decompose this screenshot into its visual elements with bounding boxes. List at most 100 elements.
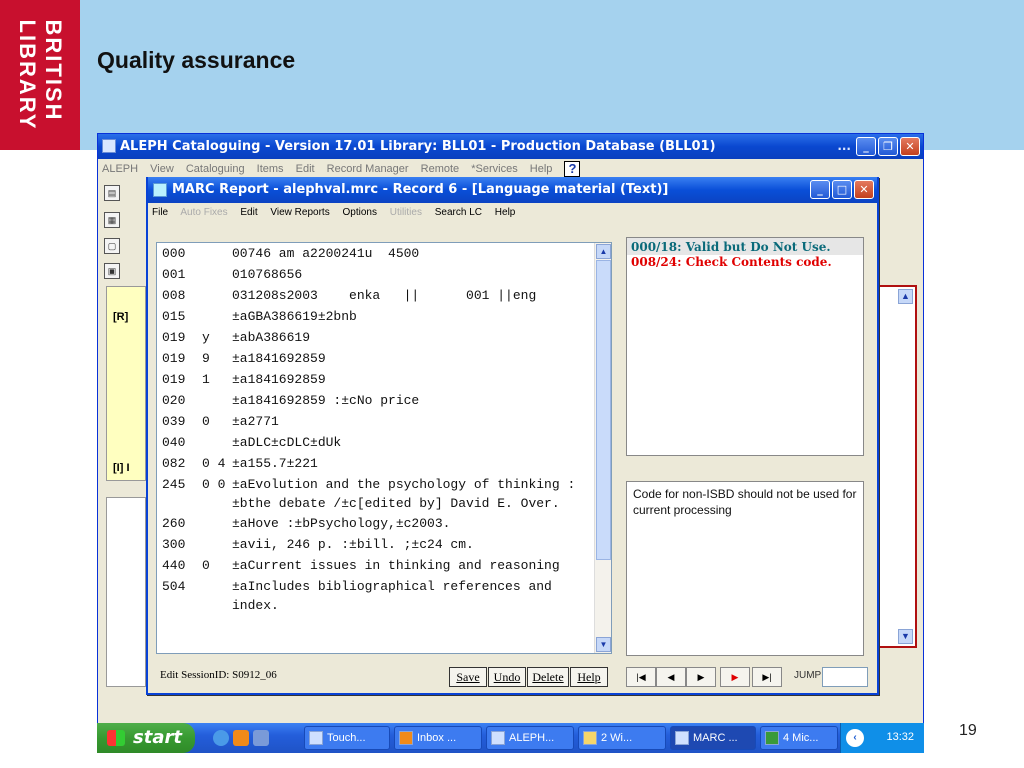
- marc-field-row[interactable]: 020 ±a1841692859 :±cNo price: [157, 390, 595, 411]
- marc-field-row[interactable]: 019 1 ±a1841692859: [157, 369, 595, 390]
- marc-field-row[interactable]: 039 0 ±a2771: [157, 411, 595, 432]
- marc-field-data: 031208s2003 enka || 001 ||eng: [232, 288, 537, 303]
- right-record-panel[interactable]: ▲ ▼: [873, 285, 917, 648]
- outlook-icon[interactable]: [233, 730, 249, 746]
- marc-field-row[interactable]: 300 ±avii, 246 p. :±bill. ;±c24 cm.: [157, 534, 595, 555]
- error-item[interactable]: 008/24: Check Contents code.: [627, 255, 863, 270]
- minimize-button[interactable]: _: [856, 137, 876, 156]
- task-aleph[interactable]: ALEPH...: [486, 726, 574, 750]
- toolbar-icon-3[interactable]: ▢: [104, 238, 120, 254]
- menu-cataloguing[interactable]: Cataloguing: [186, 163, 245, 175]
- marc-record-view[interactable]: 000 00746 am a2200241u 4500 001 010768656 00…: [156, 242, 612, 654]
- marc-field-row[interactable]: 504 ±aIncludes bibliographical references…: [157, 576, 595, 615]
- marc-indicators: [202, 432, 232, 453]
- toolbar-icon-1[interactable]: ▤: [104, 185, 120, 201]
- close-button[interactable]: ✕: [900, 137, 920, 156]
- marc-maximize-button[interactable]: □: [832, 180, 852, 199]
- marc-menubar: File Auto Fixes Edit View Reports Option…: [148, 203, 877, 223]
- marc-field-data: 00746 am a2200241u 4500: [232, 246, 420, 261]
- toolbar-icon-4[interactable]: ▣: [104, 263, 120, 279]
- menu-record-manager[interactable]: Record Manager: [327, 163, 409, 175]
- marc-field-data: ±a155.7±221: [232, 456, 318, 471]
- slide-number: 19: [959, 722, 977, 739]
- task-touch[interactable]: Touch...: [304, 726, 390, 750]
- menu-services[interactable]: *Services: [471, 163, 517, 175]
- scroll-down-icon[interactable]: ▼: [596, 637, 611, 652]
- marc-record-scrollbar[interactable]: ▲ ▼: [594, 243, 611, 653]
- task-marc[interactable]: MARC ...: [670, 726, 756, 750]
- marc-menu-edit[interactable]: Edit: [240, 207, 257, 218]
- error-item[interactable]: 000/18: Valid but Do Not Use.: [627, 238, 863, 255]
- marc-tag: 000: [162, 246, 186, 261]
- marc-field-row[interactable]: 040 ±aDLC±cDLC±dUk: [157, 432, 595, 453]
- validation-errors-list[interactable]: 000/18: Valid but Do Not Use. 008/24: Ch…: [626, 237, 864, 456]
- marc-field-row[interactable]: 082 0 4 ±a155.7±221: [157, 453, 595, 474]
- delete-button[interactable]: Delete: [527, 667, 569, 687]
- quicklaunch-icon[interactable]: [253, 730, 269, 746]
- marc-field-row[interactable]: 245 0 0 ±aEvolution and the psychology of …: [157, 474, 595, 513]
- navigation-tree-panel[interactable]: [106, 497, 146, 687]
- marc-menu-search-lc[interactable]: Search LC: [435, 207, 482, 218]
- menu-remote[interactable]: Remote: [421, 163, 460, 175]
- chevron-left-icon[interactable]: ‹: [846, 729, 864, 747]
- marc-menu-options[interactable]: Options: [342, 207, 376, 218]
- first-record-button[interactable]: |◀: [626, 667, 656, 687]
- save-button[interactable]: Save: [449, 667, 487, 687]
- folder-icon: [583, 731, 597, 745]
- help-icon[interactable]: ?: [564, 161, 581, 178]
- marc-field-row[interactable]: 019 9 ±a1841692859: [157, 348, 595, 369]
- marc-indicators: [202, 513, 232, 534]
- menu-aleph[interactable]: ALEPH: [102, 163, 138, 175]
- toolbar-icon-2[interactable]: ▦: [104, 212, 120, 228]
- previous-record-button[interactable]: ◀: [656, 667, 686, 687]
- record-tree-panel[interactable]: [R] [I] I: [106, 286, 146, 481]
- aleph-title: ALEPH Cataloguing - Version 17.01 Librar…: [120, 139, 716, 154]
- task-label: ALEPH...: [509, 732, 555, 744]
- task-microsoft[interactable]: 4 Mic...: [760, 726, 838, 750]
- menu-edit[interactable]: Edit: [296, 163, 315, 175]
- marc-field-row[interactable]: 019 y ±abA386619: [157, 327, 595, 348]
- marc-menu-view-reports[interactable]: View Reports: [270, 207, 329, 218]
- menu-view[interactable]: View: [150, 163, 174, 175]
- scroll-down-icon[interactable]: ▼: [898, 629, 913, 644]
- menu-help[interactable]: Help: [530, 163, 553, 175]
- current-record-button[interactable]: ▶: [686, 667, 716, 687]
- undo-button[interactable]: Undo: [488, 667, 526, 687]
- marc-menu-file[interactable]: File: [152, 207, 168, 218]
- marc-menu-help[interactable]: Help: [495, 207, 516, 218]
- task-label: Touch...: [327, 732, 366, 744]
- marc-field-row[interactable]: 015 ±aGBA386619±2bnb: [157, 306, 595, 327]
- british-library-logo: BRITISH LIBRARY: [0, 0, 80, 150]
- start-button[interactable]: start: [97, 723, 195, 753]
- marc-field-row[interactable]: 001 010768656: [157, 264, 595, 285]
- marc-field-row[interactable]: 440 0 ±aCurrent issues in thinking and re…: [157, 555, 595, 576]
- tree-root-label[interactable]: [R]: [113, 311, 128, 323]
- marc-minimize-button[interactable]: _: [810, 180, 830, 199]
- marc-field-row[interactable]: 008 031208s2003 enka || 001 ||eng: [157, 285, 595, 306]
- marc-title: MARC Report - alephval.mrc - Record 6 - …: [172, 182, 669, 197]
- windows-flag-icon: [107, 730, 125, 746]
- restore-button[interactable]: ❐: [878, 137, 898, 156]
- scroll-up-icon[interactable]: ▲: [596, 244, 611, 259]
- menu-items[interactable]: Items: [257, 163, 284, 175]
- next-record-button[interactable]: ▶: [720, 667, 750, 687]
- marc-menu-utilities: Utilities: [389, 207, 422, 218]
- aleph-menubar: ALEPH View Cataloguing Items Edit Record…: [98, 159, 923, 179]
- task-inbox[interactable]: Inbox ...: [394, 726, 482, 750]
- marc-field-data: ±abA386619: [232, 330, 311, 345]
- scroll-thumb[interactable]: [596, 260, 611, 560]
- marc-close-button[interactable]: ✕: [854, 180, 874, 199]
- task-windows-explorer[interactable]: 2 Wi...: [578, 726, 666, 750]
- last-record-button[interactable]: ▶|: [752, 667, 782, 687]
- clock-icon: [309, 731, 323, 745]
- tree-item-label[interactable]: [I] I: [113, 462, 130, 474]
- internet-explorer-icon[interactable]: [213, 730, 229, 746]
- aleph-icon: [491, 731, 505, 745]
- marc-indicators: 0: [202, 414, 210, 429]
- help-button[interactable]: Help: [570, 667, 608, 687]
- marc-field-row[interactable]: 260 ±aHove :±bPsychology,±c2003.: [157, 513, 595, 534]
- marc-field-row[interactable]: 000 00746 am a2200241u 4500: [157, 243, 595, 264]
- jump-input[interactable]: [822, 667, 868, 687]
- scroll-up-icon[interactable]: ▲: [898, 289, 913, 304]
- task-label: Inbox ...: [417, 732, 457, 744]
